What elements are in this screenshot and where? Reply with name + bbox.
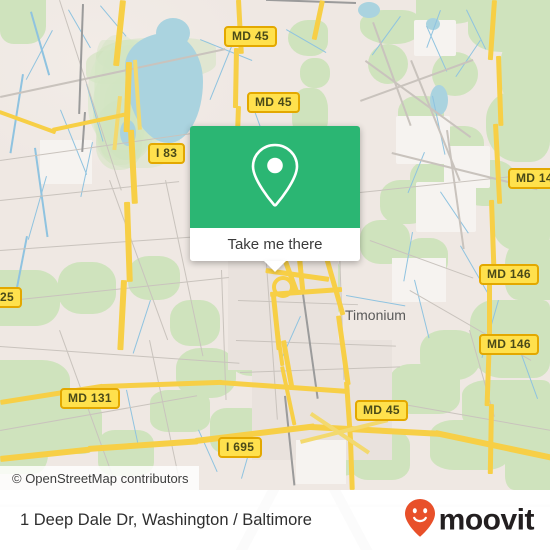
road-shield: MD 146 (479, 334, 539, 355)
road-shield: MD 146 (479, 264, 539, 285)
map-forest-area (300, 58, 330, 88)
take-me-there-label: Take me there (227, 236, 323, 253)
footer-bar: 1 Deep Dale Dr, Washington / Baltimore m… (0, 490, 550, 550)
take-me-there-button[interactable]: Take me there (190, 228, 360, 272)
moovit-logo[interactable]: moovit (403, 498, 535, 543)
map-road-md45 (232, 48, 239, 109)
map-water-pond (358, 2, 380, 18)
road-shield: 25 (0, 287, 22, 308)
place-label-timonium: Timonium (345, 307, 406, 323)
moovit-smiley-pin-icon (403, 498, 437, 543)
road-shield: MD 45 (224, 26, 277, 47)
attribution-text: © OpenStreetMap contributors (12, 470, 189, 486)
callout-pointer-tail (264, 261, 286, 272)
location-pin-icon (247, 140, 303, 215)
map-builtup-area (296, 440, 346, 484)
map-builtup-area (416, 182, 476, 232)
road-shield: MD 45 (355, 400, 408, 421)
road-shield: I 83 (148, 143, 186, 164)
callout-card-top (190, 126, 360, 228)
moovit-wordmark: moovit (438, 503, 535, 536)
map-forest-area (58, 262, 116, 314)
map-screenshot: MD 45 MD 45 I 83 MD 146 MD 146 MD 146 25… (0, 0, 550, 550)
map-interchange-loop (272, 276, 294, 298)
map-forest-area (0, 410, 48, 474)
location-callout-card[interactable]: Take me there (190, 126, 360, 272)
map-attribution[interactable]: © OpenStreetMap contributors (0, 466, 199, 490)
map-water-reservoir (156, 18, 190, 48)
road-shield: MD 45 (247, 92, 300, 113)
map-forest-area (176, 348, 236, 398)
address-label: 1 Deep Dale Dr, Washington / Baltimore (20, 510, 312, 529)
road-shield: MD 131 (60, 388, 120, 409)
road-shield: MD 146 (508, 168, 550, 189)
map-forest-area (128, 256, 180, 300)
road-shield: I 695 (218, 437, 263, 458)
